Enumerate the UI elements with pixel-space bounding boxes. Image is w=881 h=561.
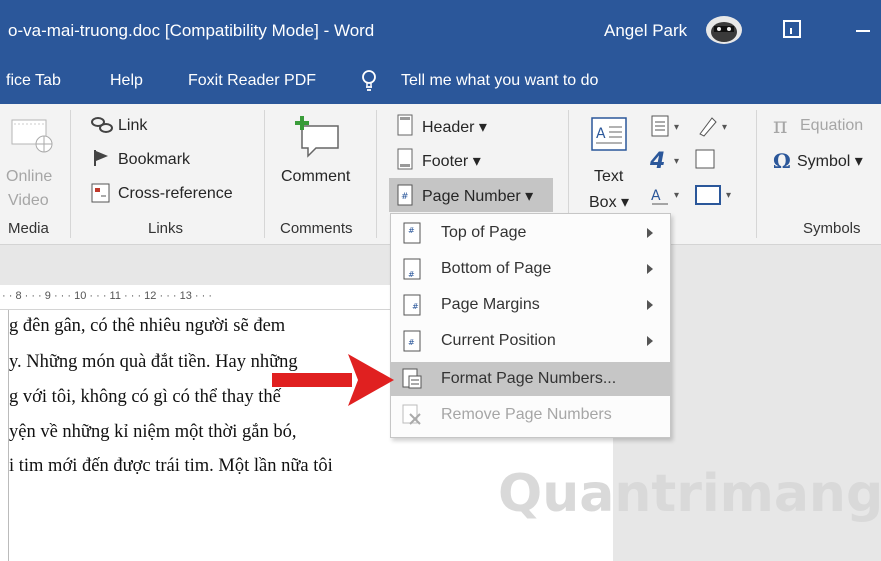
header-button[interactable]: Header ▾ <box>422 117 487 137</box>
page-bottom-icon: # <box>403 258 421 280</box>
title-bar: o-va-mai-truong.doc [Compatibility Mode]… <box>0 0 881 62</box>
svg-text:#: # <box>401 192 409 202</box>
text-box-label-2[interactable]: Box ▾ <box>589 192 629 212</box>
svg-text:▾: ▾ <box>674 156 679 167</box>
user-name[interactable]: Angel Park <box>604 21 687 41</box>
document-line: g đên gân, có thê nhiêu người sẽ đem <box>9 316 286 336</box>
tab-foxit-reader-pdf[interactable]: Foxit Reader PDF <box>188 72 316 90</box>
online-video-label-2[interactable]: Video <box>8 192 49 210</box>
group-separator <box>264 110 265 238</box>
group-label-links: Links <box>148 220 184 237</box>
bookmark-icon <box>94 150 108 166</box>
menu-item-remove-page-numbers[interactable]: Remove Page Numbers <box>391 398 670 432</box>
page-number-icon: # <box>397 184 413 206</box>
svg-text:A: A <box>596 126 606 142</box>
document-line: i tim mới đến được trái tim. Một lần nữa… <box>9 456 333 476</box>
bookmark-button[interactable]: Bookmark <box>118 151 190 169</box>
svg-text:4: 4 <box>650 149 665 174</box>
svg-text:▾: ▾ <box>674 190 679 201</box>
page-number-menu: # Top of Page # Bottom of Page # Page Ma… <box>390 213 671 438</box>
footer-button[interactable]: Footer ▾ <box>422 151 481 171</box>
header-icon <box>397 114 413 136</box>
svg-text:#: # <box>408 226 415 235</box>
minimize-icon[interactable] <box>856 30 870 32</box>
tab-help[interactable]: Help <box>110 72 143 90</box>
group-separator <box>756 110 757 238</box>
group-label-media: Media <box>8 220 49 237</box>
pi-icon: π <box>773 114 788 139</box>
tab-office-tab[interactable]: fice Tab <box>6 72 61 90</box>
footer-icon <box>397 148 413 170</box>
group-label-comments: Comments <box>280 220 353 237</box>
svg-text:▾: ▾ <box>674 122 679 133</box>
equation-button[interactable]: Equation <box>800 117 863 135</box>
avatar[interactable] <box>706 16 742 44</box>
group-label-symbols: Symbols <box>803 220 861 237</box>
document-line: yện về những kỉ niệm một thời gắn bó, <box>9 422 297 442</box>
text-box-icon: A <box>591 117 627 151</box>
cross-reference-button[interactable]: Cross-reference <box>118 185 233 203</box>
watermark-text: Quantrimang <box>498 464 881 524</box>
text-box-label-1[interactable]: Text <box>594 168 623 186</box>
submenu-arrow-icon <box>647 228 653 238</box>
page-number-label: Page Number <box>422 188 521 205</box>
link-icon <box>91 117 113 133</box>
omega-icon: Ω <box>773 149 791 173</box>
page-margins-icon: # <box>403 294 421 316</box>
tell-me-search[interactable]: Tell me what you want to do <box>401 72 598 90</box>
window-title: o-va-mai-truong.doc [Compatibility Mode]… <box>8 21 375 40</box>
document-line: g với tôi, không có gì có thể thay thế <box>9 387 281 407</box>
svg-text:A: A <box>651 188 661 204</box>
group-separator <box>376 110 377 238</box>
page-number-button[interactable]: # Page Number ▾ <box>389 178 553 212</box>
lightbulb-icon[interactable] <box>361 70 377 92</box>
svg-text:#: # <box>412 302 419 311</box>
svg-text:#: # <box>408 338 415 347</box>
document-line: y. Những món quà đắt tiền. Hay những <box>9 352 298 372</box>
svg-text:▾: ▾ <box>726 190 731 201</box>
online-video-label-1[interactable]: Online <box>6 168 52 186</box>
submenu-arrow-icon <box>647 336 653 346</box>
menu-item-bottom-of-page[interactable]: # Bottom of Page <box>391 252 670 286</box>
cross-reference-icon <box>91 183 110 203</box>
submenu-arrow-icon <box>647 300 653 310</box>
comment-icon <box>295 116 339 158</box>
svg-text:▾: ▾ <box>722 122 727 133</box>
current-position-icon: # <box>403 330 421 352</box>
remove-page-numbers-icon <box>402 404 421 425</box>
menu-item-format-page-numbers[interactable]: Format Page Numbers... <box>391 362 670 396</box>
svg-text:#: # <box>408 270 415 279</box>
symbol-button[interactable]: Symbol ▾ <box>797 151 863 171</box>
format-page-numbers-icon <box>402 368 422 389</box>
comment-button[interactable]: Comment <box>281 168 350 186</box>
menu-item-current-position[interactable]: # Current Position <box>391 324 670 358</box>
watermark-logo: Quantrimang <box>498 464 881 528</box>
menu-item-top-of-page[interactable]: # Top of Page <box>391 216 670 250</box>
link-button[interactable]: Link <box>118 117 147 135</box>
ribbon-display-options-icon[interactable] <box>783 20 801 38</box>
submenu-arrow-icon <box>647 264 653 274</box>
page-top-icon: # <box>403 222 421 244</box>
annotation-arrow-icon <box>272 354 394 406</box>
text-group-small-icons[interactable]: ▾ ▾ 4 ▾ A ▾ ▾ <box>650 114 740 214</box>
online-video-icon <box>11 119 53 153</box>
group-separator <box>70 110 71 238</box>
menu-item-page-margins[interactable]: # Page Margins <box>391 288 670 322</box>
ruler-ticks: · · 8 · · · 9 · · · 10 · · · 11 · · · 12… <box>2 290 213 302</box>
ribbon-tabs: fice Tab Help Foxit Reader PDF Tell me w… <box>0 62 881 104</box>
